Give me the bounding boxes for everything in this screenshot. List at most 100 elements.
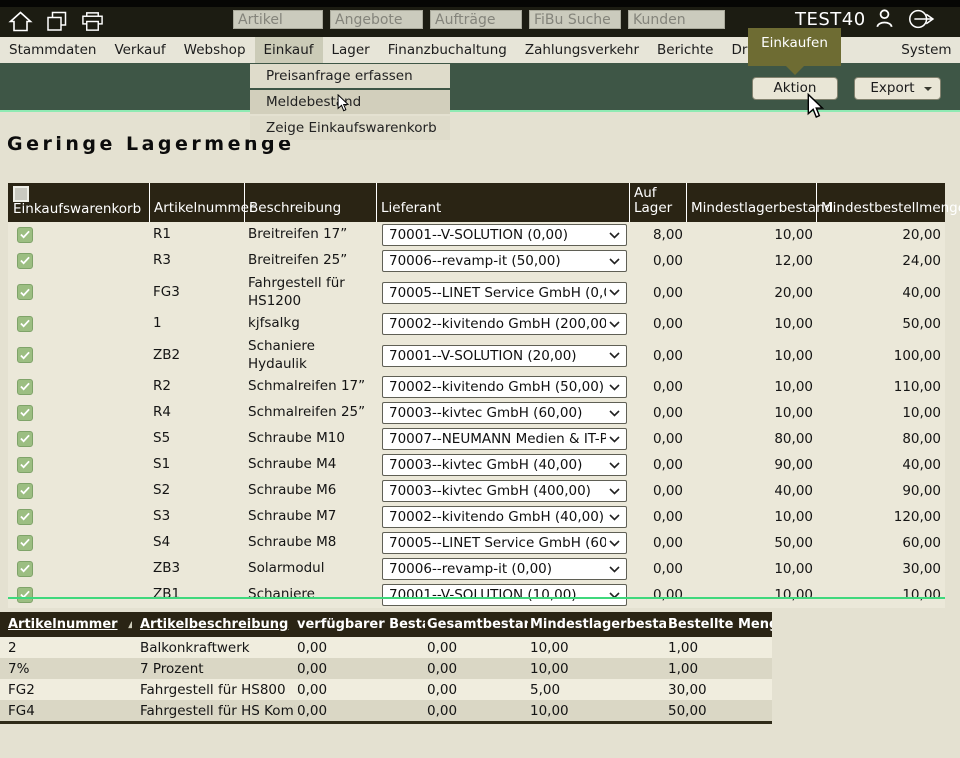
search-input-artikel[interactable]	[233, 10, 323, 29]
row-checkbox[interactable]	[17, 284, 33, 300]
row-checkbox[interactable]	[17, 561, 33, 577]
auf-lager-cell: 0,00	[630, 315, 687, 333]
menu-item-system[interactable]: System	[892, 37, 960, 63]
row-checkbox[interactable]	[17, 431, 33, 447]
mindestbestellmenge-cell: 10,00	[817, 586, 945, 604]
lieferant-select[interactable]: 70001--V-SOLUTION (20,00)	[382, 345, 627, 367]
menu-item-berichte[interactable]: Berichte	[648, 37, 722, 63]
lieferant-value: 70002--kivitendo GmbH (40,00)	[389, 509, 604, 525]
gesamtbestand-cell: 0,00	[425, 661, 528, 677]
bestellte-menge-cell: 50,00	[666, 703, 772, 719]
menu-item-lager[interactable]: Lager	[323, 37, 379, 63]
row-checkbox[interactable]	[17, 316, 33, 332]
auf-lager-cell: 0,00	[630, 508, 687, 526]
lieferant-cell: 70001--V-SOLUTION (20,00)	[377, 344, 630, 368]
menu-item-finanzbuchaltung[interactable]: Finanzbuchaltung	[379, 37, 516, 63]
lieferant-cell: 70003--kivtec GmbH (40,00)	[377, 453, 630, 477]
lieferant-select[interactable]: 70002--kivitendo GmbH (50,00)	[382, 376, 627, 398]
mindestlagerbestand-cell: 10,00	[528, 640, 666, 656]
row-checkbox[interactable]	[17, 379, 33, 395]
sort-artikelnummer[interactable]: Artikelnummer	[8, 617, 118, 632]
home-icon	[8, 11, 33, 32]
artikelnummer-cell: S2	[150, 481, 245, 501]
lieferant-select[interactable]: 70005--LINET Service GmbH (60,00)	[382, 532, 627, 554]
menu-item-verkauf[interactable]: Verkauf	[105, 37, 174, 63]
search-input-angebote[interactable]	[330, 10, 423, 29]
auf-lager-cell: 0,00	[630, 456, 687, 474]
lieferant-select[interactable]: 70006--revamp-it (0,00)	[382, 558, 627, 580]
lieferant-select[interactable]: 70003--kivtec GmbH (400,00)	[382, 480, 627, 502]
mindestbestellmenge-cell: 50,00	[817, 315, 945, 333]
menu-item-webshop[interactable]: Webshop	[175, 37, 255, 63]
row-checkbox[interactable]	[17, 253, 33, 269]
lieferant-select[interactable]: 70002--kivitendo GmbH (40,00)	[382, 506, 627, 528]
artikelnummer-cell: 1	[150, 314, 245, 334]
lieferant-select[interactable]: 70006--revamp-it (50,00)	[382, 250, 627, 272]
einkaufen-button[interactable]: Einkaufen	[748, 28, 841, 66]
menu-item-einkauf[interactable]: Einkauf	[255, 37, 323, 63]
mindestbestellmenge-cell: 110,00	[817, 378, 945, 396]
lieferant-select[interactable]: 70001--V-SOLUTION (0,00)	[382, 224, 627, 246]
search-input-kunden[interactable]	[628, 10, 725, 29]
search-input-aufträge[interactable]	[430, 10, 522, 29]
row-checkbox[interactable]	[17, 227, 33, 243]
row-checkbox[interactable]	[17, 509, 33, 525]
bestellte-menge-cell: 1,00	[666, 661, 772, 677]
mindestbestellmenge-cell: 40,00	[817, 284, 945, 302]
lieferant-select[interactable]: 70003--kivtec GmbH (40,00)	[382, 454, 627, 476]
lieferant-cell: 70005--LINET Service GmbH (0,00)	[377, 281, 630, 305]
print-button[interactable]	[81, 11, 104, 32]
artikelnummer-cell: FG2	[0, 682, 132, 698]
aktion-button[interactable]: Aktion	[752, 77, 838, 100]
menu-option-zeige-einkaufswarenkorb[interactable]: Zeige Einkaufswarenkorb	[250, 116, 450, 140]
row-checkbox[interactable]	[17, 347, 33, 363]
mindestbestellmenge-cell: 80,00	[817, 430, 945, 448]
lieferant-select[interactable]: 70002--kivitendo GmbH (200,00)	[382, 313, 627, 335]
col-einkaufswarenkorb: Einkaufswarenkorb	[13, 202, 141, 218]
artikelnummer-cell: ZB1	[150, 585, 245, 605]
sort-artikelbeschreibung[interactable]: Artikelbeschreibung	[140, 617, 288, 632]
logout-button[interactable]	[906, 9, 937, 33]
menu-option-preisanfrage-erfassen[interactable]: Preisanfrage erfassen	[250, 64, 450, 88]
auf-lager-cell: 0,00	[630, 252, 687, 270]
home-button[interactable]	[8, 11, 33, 32]
beschreibung-cell: Schraube M6	[245, 481, 377, 501]
chevron-down-icon	[609, 540, 620, 547]
mindestbestellmenge-cell: 30,00	[817, 560, 945, 578]
row-checkbox[interactable]	[17, 535, 33, 551]
einkaufswarenkorb-cell	[8, 482, 150, 501]
low-stock-table: Einkaufswarenkorb Artikelnummer Beschrei…	[8, 183, 945, 608]
col-mindestlagerbestand: Mindestlagerbestand	[528, 617, 666, 632]
mindestbestellmenge-cell: 60,00	[817, 534, 945, 552]
row-checkbox[interactable]	[17, 587, 33, 603]
lieferant-value: 70003--kivtec GmbH (40,00)	[389, 457, 582, 473]
user-menu-button[interactable]	[876, 9, 893, 32]
copy-button[interactable]	[46, 11, 68, 32]
lieferant-value: 70007--NEUMANN Medien & IT-Proje	[389, 431, 606, 447]
menu-item-zahlungsverkehr[interactable]: Zahlungsverkehr	[516, 37, 648, 63]
einkaufswarenkorb-cell	[8, 252, 150, 271]
lieferant-select[interactable]: 70003--kivtec GmbH (60,00)	[382, 402, 627, 424]
row-checkbox[interactable]	[17, 405, 33, 421]
row-checkbox[interactable]	[17, 483, 33, 499]
lieferant-cell: 70006--revamp-it (50,00)	[377, 249, 630, 273]
auf-lager-cell: 0,00	[630, 284, 687, 302]
beschreibung-cell: Schraube M7	[245, 507, 377, 527]
lieferant-select[interactable]: 70005--LINET Service GmbH (0,00)	[382, 282, 627, 304]
lieferant-value: 70006--revamp-it (0,00)	[389, 561, 552, 577]
beschreibung-cell: Schraube M4	[245, 455, 377, 475]
search-input-fibu-suche[interactable]	[529, 10, 621, 29]
mindestlagerbestand-cell: 10,00	[687, 378, 817, 396]
lieferant-cell: 70006--revamp-it (0,00)	[377, 557, 630, 581]
report-table: Artikelnummer ▲ Artikelbeschreibung verf…	[0, 612, 772, 724]
lieferant-select[interactable]: 70007--NEUMANN Medien & IT-Proje	[382, 428, 627, 450]
row-checkbox[interactable]	[17, 457, 33, 473]
lieferant-select[interactable]: 70001--V-SOLUTION (10,00)	[382, 584, 627, 606]
mindestbestellmenge-cell: 90,00	[817, 482, 945, 500]
einkaufen-label: Einkaufen	[761, 35, 828, 51]
select-all-checkbox[interactable]	[13, 186, 29, 202]
menu-option-meldebestand[interactable]: Meldebestand	[250, 90, 450, 114]
menu-item-stammdaten[interactable]: Stammdaten	[0, 37, 105, 63]
export-button[interactable]: Export	[854, 77, 941, 100]
article-row: ZB1Schaniere70001--V-SOLUTION (10,00)0,0…	[8, 582, 945, 608]
